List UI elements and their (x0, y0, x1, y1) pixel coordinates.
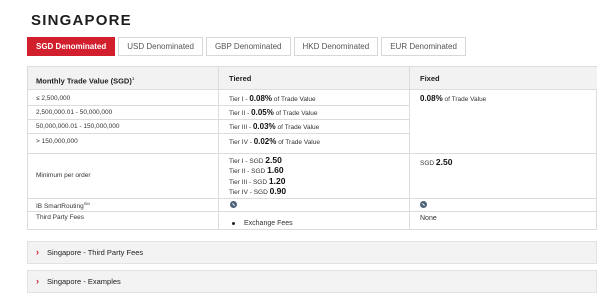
accordion-examples[interactable]: › Singapore - Examples (27, 270, 597, 293)
tier-rate: 0.05% (251, 108, 274, 117)
row-divider (28, 153, 597, 154)
chevron-right-icon: › (36, 276, 39, 286)
row-divider (28, 198, 597, 199)
rate-tier-1: Tier I - 0.08% of Trade Value (229, 94, 316, 103)
minimum-tier-4: Tier IV - SGD 0.90 (229, 185, 287, 197)
currency-label: SGD (253, 188, 268, 196)
tier-rate: 0.08% (249, 94, 273, 103)
range-tier-4: > 150,000,000 (36, 138, 78, 145)
tier-rate-suffix: of Trade Value (277, 124, 320, 131)
tier-label: Tier II - (229, 168, 250, 176)
minimum-value: 1.60 (267, 165, 284, 176)
row-divider (28, 211, 597, 212)
smart-routing-label: IB SmartRoutingSM (36, 201, 90, 210)
tier-rate-suffix: of Trade Value (278, 139, 320, 146)
exchange-fees-item: Exchange Fees (244, 220, 293, 227)
range-tier-2: 2,500,000.01 - 50,000,000 (36, 109, 113, 116)
check-circle-icon (420, 201, 427, 208)
third-party-tiered: Exchange Fees (232, 220, 293, 227)
tab-hkd-denominated[interactable]: HKD Denominated (293, 37, 379, 56)
minimum-value: 2.50 (265, 155, 282, 165)
tier-label: Tier IV - (229, 139, 252, 146)
tier-rate-suffix: of Trade Value (275, 110, 318, 117)
minimum-value: 1.20 (268, 175, 286, 186)
header-monthly-trade-value: Monthly Trade Value (SGD)1 (28, 67, 218, 90)
column-divider (409, 67, 410, 229)
tier-label: Tier III - (229, 124, 252, 131)
smart-routing-text: IB SmartRouting (36, 203, 84, 211)
chevron-right-icon: › (36, 247, 39, 257)
check-circle-icon (230, 201, 237, 208)
third-party-fixed: None (420, 215, 437, 222)
tab-gbp-denominated[interactable]: GBP Denominated (205, 37, 291, 56)
footnote-marker: 1 (131, 76, 135, 81)
minimum-value: 2.50 (435, 157, 453, 167)
tier-label: Tier I - (229, 96, 248, 103)
fixed-rate-suffix: of Trade Value (444, 96, 487, 103)
rate-tier-2: Tier II - 0.05% of Trade Value (229, 108, 317, 117)
service-mark: SM (83, 201, 90, 206)
commission-table: Monthly Trade Value (SGD)1 Tiered Fixed … (27, 66, 597, 230)
minimum-tiered: Tier I - SGD 2.50 Tier II - SGD 1.60 Tie… (229, 155, 287, 197)
tier-rate: 0.02% (253, 137, 277, 146)
rate-tier-3: Tier III - 0.03% of Trade Value (229, 122, 319, 131)
row-divider (28, 105, 409, 106)
header-fixed: Fixed (409, 67, 597, 90)
tier-label: Tier IV - (229, 188, 252, 196)
tab-sgd-denominated[interactable]: SGD Denominated (27, 37, 116, 56)
range-tier-3: 50,000,000.01 - 150,000,000 (36, 123, 120, 130)
tier-rate: 0.03% (252, 122, 276, 131)
accordion-label: Singapore - Examples (47, 277, 121, 286)
tab-usd-denominated[interactable]: USD Denominated (118, 37, 203, 56)
third-party-fees-label: Third Party Fees (36, 214, 85, 221)
row-divider (28, 133, 409, 134)
minimum-per-order-label: Minimum per order (36, 172, 91, 179)
column-divider (218, 67, 219, 229)
accordion-third-party-fees[interactable]: › Singapore - Third Party Fees (27, 241, 597, 264)
minimum-value: 0.90 (269, 185, 287, 196)
tab-eur-denominated[interactable]: EUR Denominated (381, 37, 466, 56)
currency-tabs: SGD Denominated USD Denominated GBP Deno… (27, 37, 466, 56)
rate-tier-4: Tier IV - 0.02% of Trade Value (229, 137, 320, 146)
tier-label: Tier II - (229, 110, 250, 117)
minimum-fixed: SGD 2.50 (420, 157, 452, 167)
tier-label: Tier I - (229, 158, 248, 165)
row-divider (28, 119, 409, 120)
fixed-rate: 0.08% of Trade Value (420, 94, 486, 103)
fixed-rate-value: 0.08% (420, 94, 443, 103)
tier-rate-suffix: of Trade Value (273, 96, 316, 103)
header-monthly-trade-value-label: Monthly Trade Value (SGD) (36, 76, 132, 86)
currency-label: SGD (249, 158, 264, 165)
accordion-label: Singapore - Third Party Fees (47, 248, 144, 257)
page-title: SINGAPORE (31, 12, 132, 29)
tier-label: Tier III - (229, 178, 252, 186)
currency-label: SGD (420, 160, 435, 167)
bullet-icon (232, 221, 235, 225)
currency-label: SGD (252, 178, 268, 186)
header-tiered: Tiered (218, 67, 409, 90)
range-tier-1: ≤ 2,500,000 (36, 95, 71, 102)
currency-label: SGD (251, 168, 266, 176)
